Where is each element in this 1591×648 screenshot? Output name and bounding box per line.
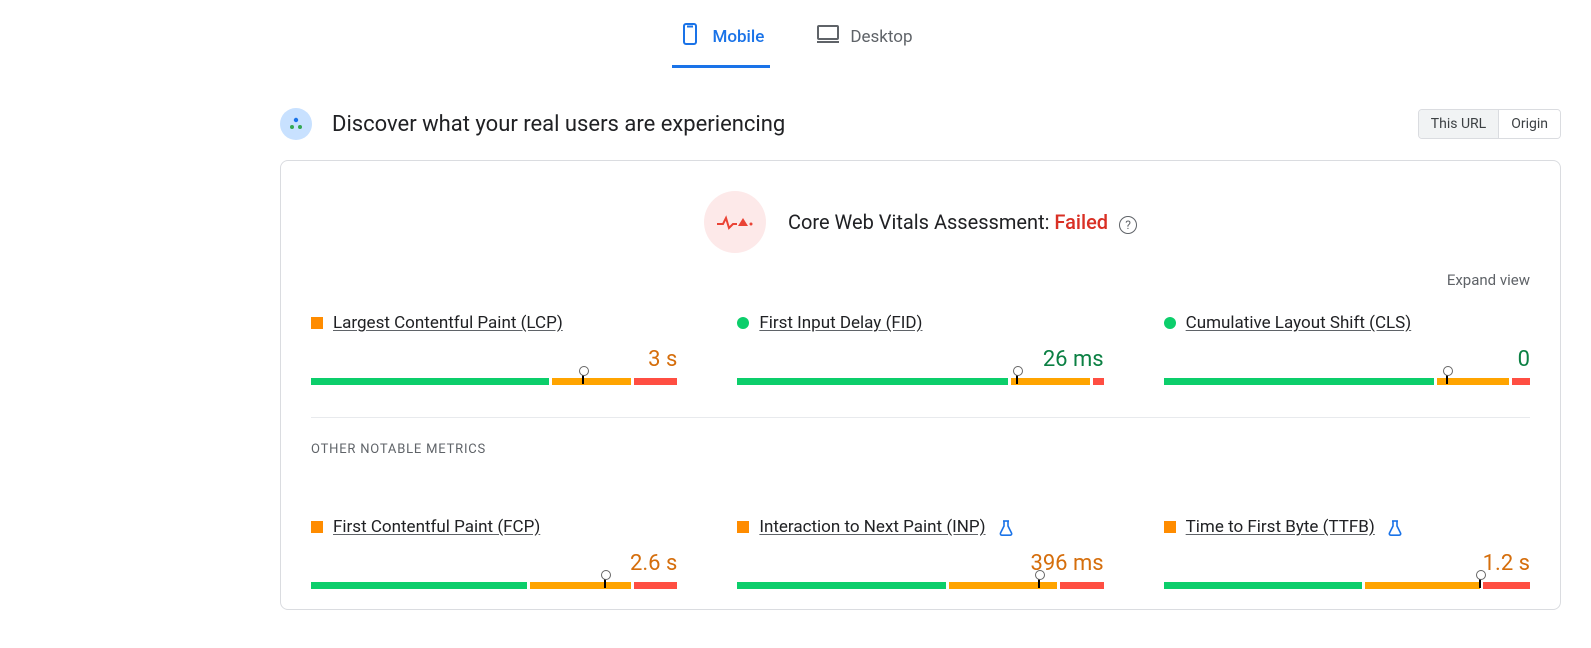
distribution-gauge xyxy=(737,582,1103,589)
status-indicator-icon xyxy=(737,521,749,533)
metric-first-contentful-paint-fcp: First Contentful Paint (FCP) 2.6 s xyxy=(311,517,677,589)
assessment-status: Failed xyxy=(1054,210,1108,234)
gauge-seg-poor xyxy=(1512,378,1530,385)
device-tabs: Mobile Desktop xyxy=(0,0,1591,68)
cwv-metrics-grid: Largest Contentful Paint (LCP) 3 s First… xyxy=(311,313,1530,385)
tab-mobile-label: Mobile xyxy=(712,27,764,47)
mobile-icon xyxy=(678,22,702,51)
experimental-flask-icon xyxy=(1387,518,1403,537)
gauge-seg-poor xyxy=(1093,378,1104,385)
metric-title-row: First Input Delay (FID) xyxy=(737,313,1103,333)
metric-name[interactable]: Largest Contentful Paint (LCP) xyxy=(333,313,563,333)
distribution-gauge xyxy=(1164,582,1530,589)
metric-name[interactable]: First Input Delay (FID) xyxy=(759,313,922,333)
gauge-seg-needs-improvement xyxy=(1011,378,1090,385)
scope-this-url-button[interactable]: This URL xyxy=(1419,110,1498,138)
gauge-seg-good xyxy=(311,582,527,589)
section-header-left: Discover what your real users are experi… xyxy=(280,108,785,140)
gauge-seg-needs-improvement xyxy=(552,378,631,385)
metric-name[interactable]: First Contentful Paint (FCP) xyxy=(333,517,540,537)
tab-desktop[interactable]: Desktop xyxy=(810,12,918,68)
gauge-seg-needs-improvement xyxy=(1365,582,1480,589)
metric-title-row: Interaction to Next Paint (INP) xyxy=(737,517,1103,537)
status-indicator-icon xyxy=(311,521,323,533)
metric-interaction-to-next-paint-inp: Interaction to Next Paint (INP) 396 ms xyxy=(737,517,1103,589)
tab-mobile[interactable]: Mobile xyxy=(672,12,770,68)
divider xyxy=(311,417,1530,418)
metric-value: 3 s xyxy=(648,347,677,372)
metric-title-row: First Contentful Paint (FCP) xyxy=(311,517,677,537)
metric-name[interactable]: Cumulative Layout Shift (CLS) xyxy=(1186,313,1412,333)
other-metrics-subhead: OTHER NOTABLE METRICS xyxy=(311,442,1530,457)
gauge-seg-poor xyxy=(1060,582,1103,589)
scope-origin-button[interactable]: Origin xyxy=(1498,110,1560,138)
gauge-marker-icon xyxy=(582,372,584,384)
other-metrics-grid: First Contentful Paint (FCP) 2.6 s Inter… xyxy=(311,517,1530,589)
metric-value: 1.2 s xyxy=(1483,551,1530,576)
distribution-gauge xyxy=(311,378,677,385)
assessment-label: Core Web Vitals Assessment: xyxy=(788,210,1054,234)
gauge-seg-needs-improvement xyxy=(530,582,631,589)
field-data-card: Core Web Vitals Assessment: Failed ? Exp… xyxy=(280,160,1561,610)
scope-toggle: This URL Origin xyxy=(1418,109,1561,139)
gauge-seg-needs-improvement xyxy=(949,582,1057,589)
status-indicator-icon xyxy=(311,317,323,329)
metric-title-row: Time to First Byte (TTFB) xyxy=(1164,517,1530,537)
metric-name[interactable]: Time to First Byte (TTFB) xyxy=(1186,517,1375,537)
distribution-gauge xyxy=(1164,378,1530,385)
metric-cumulative-layout-shift-cls: Cumulative Layout Shift (CLS) 0 xyxy=(1164,313,1530,385)
gauge-seg-good xyxy=(737,378,1007,385)
status-indicator-icon xyxy=(1164,521,1176,533)
gauge-marker-icon xyxy=(1016,372,1018,384)
metric-value-row: 396 ms xyxy=(737,551,1103,576)
metric-value-row: 3 s xyxy=(311,347,677,372)
section-title: Discover what your real users are experi… xyxy=(332,112,785,137)
gauge-seg-good xyxy=(1164,582,1362,589)
distribution-gauge xyxy=(311,582,677,589)
status-indicator-icon xyxy=(737,317,749,329)
gauge-marker-icon xyxy=(1479,576,1481,588)
experimental-flask-icon xyxy=(998,518,1014,537)
metric-value-row: 0 xyxy=(1164,347,1530,372)
gauge-seg-good xyxy=(737,582,946,589)
expand-view-link[interactable]: Expand view xyxy=(1447,271,1530,289)
gauge-marker-icon xyxy=(1446,372,1448,384)
field-data-icon xyxy=(280,108,312,140)
status-indicator-icon xyxy=(1164,317,1176,329)
metric-largest-contentful-paint-lcp: Largest Contentful Paint (LCP) 3 s xyxy=(311,313,677,385)
assessment-badge-icon xyxy=(704,191,766,253)
metric-value-row: 2.6 s xyxy=(311,551,677,576)
metric-time-to-first-byte-ttfb: Time to First Byte (TTFB) 1.2 s xyxy=(1164,517,1530,589)
distribution-gauge xyxy=(737,378,1103,385)
desktop-icon xyxy=(816,22,840,51)
gauge-seg-poor xyxy=(1483,582,1530,589)
metric-name[interactable]: Interaction to Next Paint (INP) xyxy=(759,517,985,537)
help-icon[interactable]: ? xyxy=(1119,216,1137,234)
assessment-text: Core Web Vitals Assessment: Failed ? xyxy=(788,210,1137,234)
metric-first-input-delay-fid: First Input Delay (FID) 26 ms xyxy=(737,313,1103,385)
tab-desktop-label: Desktop xyxy=(850,27,912,47)
metric-value-row: 1.2 s xyxy=(1164,551,1530,576)
metric-value: 0 xyxy=(1518,347,1530,372)
gauge-marker-icon xyxy=(1038,576,1040,588)
gauge-seg-good xyxy=(1164,378,1434,385)
gauge-seg-poor xyxy=(634,582,677,589)
metric-value-row: 26 ms xyxy=(737,347,1103,372)
gauge-marker-icon xyxy=(604,576,606,588)
section-header: Discover what your real users are experi… xyxy=(280,108,1561,140)
metric-title-row: Largest Contentful Paint (LCP) xyxy=(311,313,677,333)
metric-value: 26 ms xyxy=(1043,347,1104,372)
gauge-seg-good xyxy=(311,378,549,385)
assessment-row: Core Web Vitals Assessment: Failed ? xyxy=(311,191,1530,253)
metric-title-row: Cumulative Layout Shift (CLS) xyxy=(1164,313,1530,333)
gauge-seg-poor xyxy=(634,378,677,385)
metric-value: 2.6 s xyxy=(630,551,677,576)
